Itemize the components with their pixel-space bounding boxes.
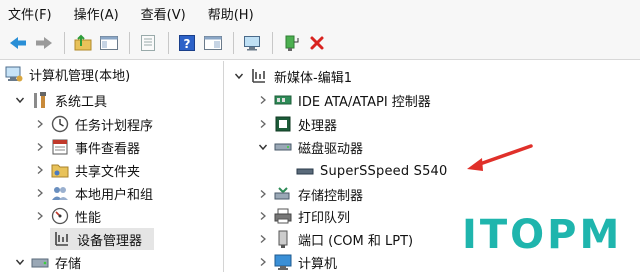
tree-label: IDE ATA/ATAPI 控制器 [298, 94, 431, 110]
tree-label: 事件查看器 [75, 141, 141, 157]
chevron-right-icon[interactable] [34, 205, 46, 227]
tree-item-local-users-groups[interactable]: 本地用户和组 [34, 182, 153, 204]
printer-icon [273, 206, 293, 226]
chevron-down-icon[interactable] [233, 65, 245, 87]
up-folder-icon[interactable] [71, 31, 95, 55]
tree-item-storage[interactable]: 存储 [14, 251, 81, 272]
watermark-logo: ITOPM [450, 198, 640, 272]
svg-text:?: ? [184, 37, 191, 51]
menu-action[interactable]: 操作(A) [74, 4, 119, 23]
disk-drive-icon [273, 137, 293, 157]
chevron-right-icon[interactable] [257, 228, 269, 250]
chevron-right-icon[interactable] [257, 183, 269, 205]
tree-label: 系统工具 [55, 94, 108, 110]
chevron-down-icon[interactable] [14, 251, 26, 272]
tree-label: SuperSSpeed S540 [320, 163, 448, 179]
tree-label: 存储 [55, 256, 82, 272]
toolbar: ? [0, 26, 640, 60]
tree-item-task-scheduler[interactable]: 任务计划程序 [34, 113, 153, 135]
tree-item-system-tools[interactable]: 系统工具 [14, 89, 107, 111]
tree-item-computer-management[interactable]: 计算机管理(本地) [4, 63, 130, 85]
tree-item-shared-folders[interactable]: 共享文件夹 [34, 159, 140, 181]
menu-file[interactable]: 文件(F) [8, 4, 52, 23]
chevron-right-icon[interactable] [34, 159, 46, 181]
tree-label: 端口 (COM 和 LPT) [298, 233, 414, 249]
tree-item-disk-drives[interactable]: 磁盘驱动器 [257, 136, 363, 158]
tree-label: 性能 [75, 210, 102, 226]
menu-view[interactable]: 查看(V) [141, 4, 186, 23]
tree-label: 计算机 [298, 256, 338, 272]
event-viewer-icon [50, 137, 70, 157]
ide-controller-icon [273, 90, 293, 110]
chevron-right-icon[interactable] [257, 113, 269, 135]
shared-folder-icon [50, 160, 70, 180]
processor-icon [273, 114, 293, 134]
chevron-down-icon[interactable] [257, 136, 269, 158]
storage-icon [30, 252, 50, 272]
tree-label: 打印队列 [298, 210, 351, 226]
tree-item-computer-root[interactable]: 新媒体-编辑1 [233, 65, 352, 87]
tree-item-ports[interactable]: 端口 (COM 和 LPT) [257, 228, 413, 250]
chevron-right-icon[interactable] [34, 182, 46, 204]
device-manager-icon [52, 229, 72, 249]
performance-icon [50, 206, 70, 226]
clock-icon [50, 114, 70, 134]
tree-item-print-queues[interactable]: 打印队列 [257, 205, 350, 227]
chevron-right-icon[interactable] [257, 89, 269, 111]
chevron-right-icon[interactable] [257, 251, 269, 272]
tree-item-ide-controller[interactable]: IDE ATA/ATAPI 控制器 [257, 89, 431, 111]
monitor-icon[interactable] [240, 31, 264, 55]
tree-label: 任务计划程序 [75, 118, 154, 134]
menu-bar: 文件(F) 操作(A) 查看(V) 帮助(H) [0, 0, 640, 26]
toolbar-separator [272, 31, 273, 54]
tree-label: 磁盘驱动器 [298, 141, 364, 157]
tree-item-storage-controllers[interactable]: 存储控制器 [257, 183, 363, 205]
monitor-icon [273, 252, 293, 272]
tree-label: 存储控制器 [298, 188, 364, 204]
update-driver-icon[interactable] [279, 31, 303, 55]
toolbar-separator [129, 31, 130, 54]
users-icon [50, 183, 70, 203]
properties-icon[interactable] [136, 31, 160, 55]
storage-controller-icon [273, 184, 293, 204]
tree-label: 计算机管理(本地) [29, 68, 131, 84]
port-icon [273, 229, 293, 249]
tree-item-processor[interactable]: 处理器 [257, 113, 337, 135]
computer-management-icon [4, 64, 24, 84]
toolbar-separator [64, 31, 65, 54]
show-action-pane-icon[interactable] [201, 31, 225, 55]
device-manager-icon [249, 66, 269, 86]
tree-label: 本地用户和组 [75, 187, 154, 203]
tree-label: 设备管理器 [77, 233, 143, 249]
toolbar-separator [168, 31, 169, 54]
chevron-right-icon[interactable] [257, 205, 269, 227]
system-tools-icon [30, 90, 50, 110]
console-tree-pane: 计算机管理(本地) 系统工具 任务计划程序 事件查看器 共享文件夹 本地用户和组… [0, 61, 224, 272]
uninstall-device-icon[interactable] [305, 31, 329, 55]
tree-label: 处理器 [298, 118, 338, 134]
tree-item-event-viewer[interactable]: 事件查看器 [34, 136, 140, 158]
console-tree-icon[interactable] [97, 31, 121, 55]
help-icon[interactable]: ? [175, 31, 199, 55]
tree-item-performance[interactable]: 性能 [34, 205, 101, 227]
tree-label: 共享文件夹 [75, 164, 141, 180]
chevron-right-icon[interactable] [34, 113, 46, 135]
tree-item-device-manager[interactable]: 设备管理器 [50, 228, 154, 250]
chevron-down-icon[interactable] [14, 89, 26, 111]
disk-drive-icon [295, 161, 315, 181]
tree-item-ssd[interactable]: SuperSSpeed S540 [295, 160, 448, 182]
tree-item-computer[interactable]: 计算机 [257, 251, 337, 272]
forward-icon[interactable] [32, 31, 56, 55]
tree-label: 新媒体-编辑1 [274, 70, 352, 86]
toolbar-separator [233, 31, 234, 54]
chevron-right-icon[interactable] [34, 136, 46, 158]
back-icon[interactable] [6, 31, 30, 55]
annotation-arrow-icon [467, 144, 533, 171]
watermark-text: ITOPM [462, 212, 623, 258]
menu-help[interactable]: 帮助(H) [208, 4, 254, 23]
